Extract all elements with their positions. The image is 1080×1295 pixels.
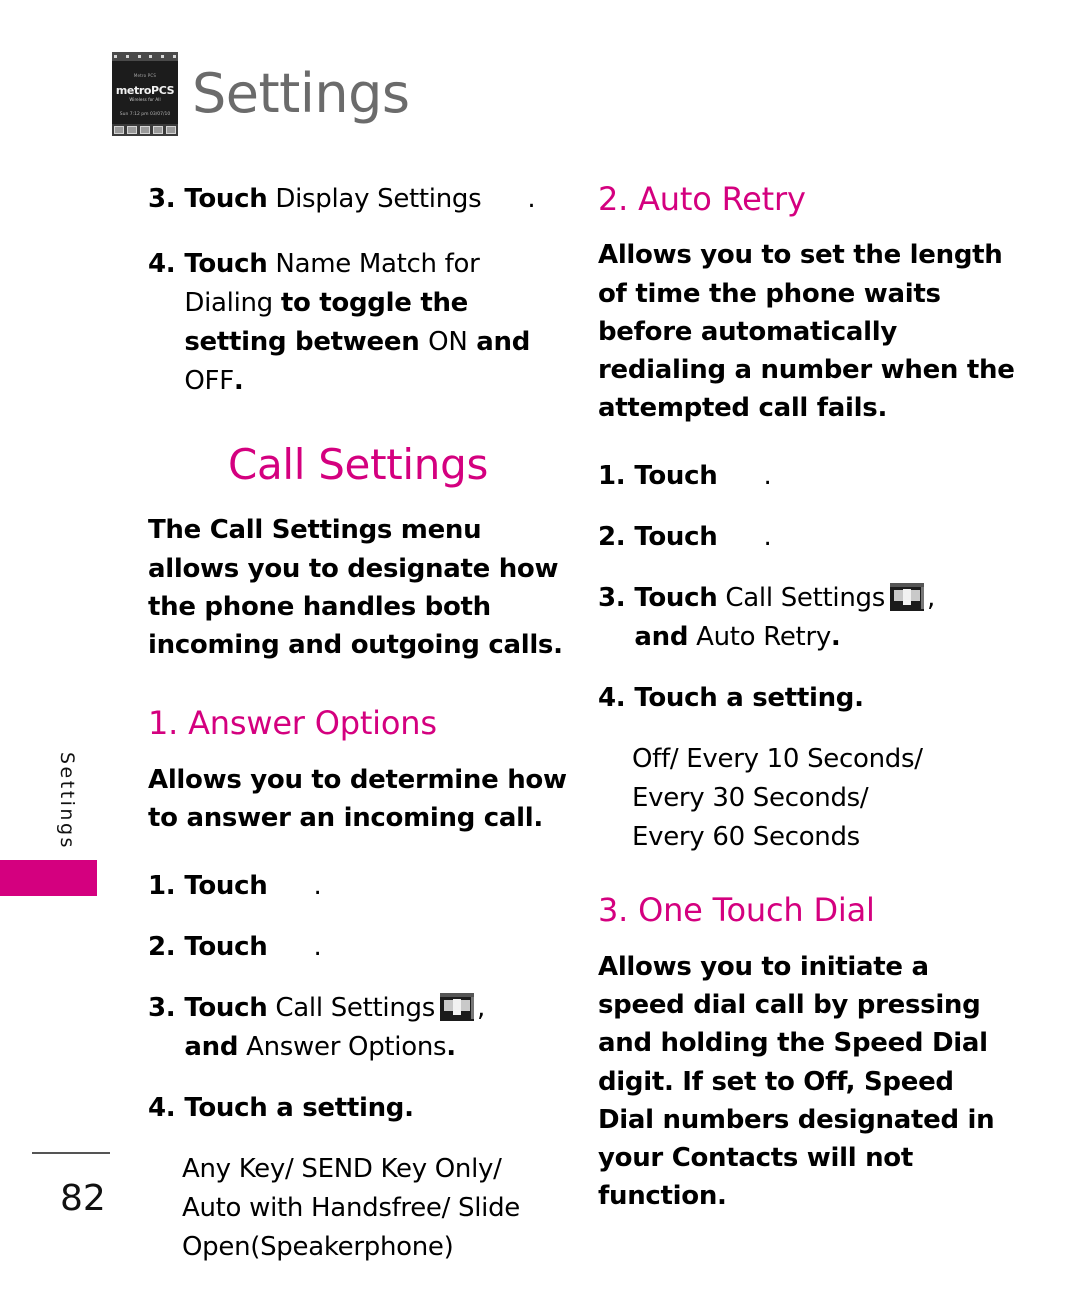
step-text: Touch Call Settings, and Answer Options.: [184, 989, 485, 1067]
step-comma: ,: [476, 993, 485, 1023]
step-plain-tail-2: OFF: [184, 366, 234, 396]
option-line: Open(Speakerphone): [182, 1232, 454, 1262]
step-item: 4. Touch a setting.: [148, 1089, 568, 1128]
step-bold-lead: Touch a setting.: [634, 683, 864, 714]
step-second-line-trailing: .: [446, 1032, 456, 1062]
step-number: 3.: [148, 184, 176, 214]
section-intro-text: The Call Settings menu allows you to des…: [148, 515, 563, 660]
step-number: 4.: [148, 1093, 176, 1123]
left-column: 3. Touch Display Settings. 4. Touch Name…: [148, 180, 568, 1267]
option-line: Off/ Every 10 Seconds/: [632, 744, 923, 775]
step-number: 2.: [598, 522, 626, 553]
step-text: Touch.: [184, 867, 321, 906]
step-trailing: .: [527, 184, 536, 214]
step-item: 2. Touch.: [598, 518, 1018, 557]
step-number: 4.: [598, 683, 626, 714]
thumbnail-clock-line: Sun 7:12 pm 03/07/10: [119, 112, 171, 117]
step-text: Touch Call Settings, and Auto Retry.: [634, 579, 935, 657]
phone-home-screen-thumbnail-icon: Metro PCS metroPCS Wireless for All Sun …: [112, 52, 178, 136]
side-tab-label: Settings: [56, 752, 78, 850]
thumbnail-carrier-note: Metro PCS: [133, 73, 157, 78]
option-line: Every 30 Seconds/: [632, 783, 869, 814]
subsection-description: Allows you to set the length of time the…: [598, 240, 1015, 424]
subsection-description: Allows you to determine how to answer an…: [148, 764, 567, 833]
step-text: Touch Display Settings.: [184, 180, 535, 219]
option-list: Off/ Every 10 Seconds/ Every 30 Seconds/…: [598, 740, 1018, 857]
option-line: Auto with Handsfree/ Slide: [182, 1193, 521, 1223]
subsection-title-auto-retry: 2. Auto Retry: [598, 180, 806, 218]
step-bold-lead: Touch: [634, 583, 718, 614]
section-title-call-settings: Call Settings: [227, 440, 489, 489]
page-header: Metro PCS metroPCS Wireless for All Sun …: [112, 52, 410, 136]
step-trailing: .: [763, 522, 772, 553]
step-item: 3. Touch Display Settings.: [148, 180, 568, 219]
step-text: Touch.: [184, 928, 321, 967]
step-bold-lead: Touch: [634, 522, 718, 553]
thumbnail-dock-bar: [112, 124, 178, 136]
step-item: 1. Touch.: [148, 867, 568, 906]
step-text: Touch a setting.: [634, 679, 864, 718]
step-second-line-trailing: .: [830, 622, 841, 653]
step-trailing: .: [233, 366, 244, 396]
subsection-title-one-touch-dial: 3. One Touch Dial: [598, 891, 875, 930]
subsection-description: Allows you to initiate a speed dial call…: [598, 951, 995, 1212]
step-item: 1. Touch.: [598, 457, 1018, 496]
step-item: 4. Touch a setting.: [598, 679, 1018, 718]
subsection-title-answer-options: 1. Answer Options: [148, 704, 437, 743]
phone-screen-icon: [889, 583, 924, 612]
step-bold-lead: Touch a setting.: [184, 1093, 414, 1123]
option-list: Any Key/ SEND Key Only/ Auto with Handsf…: [148, 1150, 568, 1267]
footer-divider: [32, 1152, 110, 1154]
step-second-line-bold: and: [184, 1032, 239, 1062]
phone-screen-icon: [439, 993, 474, 1021]
step-second-line-bold: and: [634, 622, 689, 653]
step-body: Call Settings: [717, 583, 885, 614]
step-body: Call Settings: [267, 993, 435, 1023]
option-line: Every 60 Seconds: [632, 822, 860, 853]
step-item: 4. Touch Name Match for Dialing to toggl…: [148, 245, 568, 401]
thumbnail-brand: metroPCS: [115, 84, 175, 97]
step-number: 1.: [148, 871, 176, 901]
step-bold-lead: Touch: [184, 932, 268, 962]
step-second-line-text: Auto Retry: [688, 622, 831, 653]
step-number: 3.: [148, 993, 176, 1023]
step-trailing: .: [763, 461, 772, 492]
step-item: 2. Touch.: [148, 928, 568, 967]
step-number: 1.: [598, 461, 626, 492]
option-line: Any Key/ SEND Key Only/: [182, 1154, 502, 1184]
page-title: Settings: [192, 62, 410, 125]
right-column: 2. Auto Retry Allows you to set the leng…: [598, 180, 1018, 1215]
page-number: 82: [60, 1178, 106, 1219]
step-number: 3.: [598, 583, 626, 614]
step-text: Touch.: [634, 518, 771, 557]
step-text: Touch a setting.: [184, 1089, 414, 1128]
thumbnail-status-bar: [112, 52, 178, 61]
step-second-line-text: Answer Options: [238, 1032, 447, 1062]
step-plain-tail: ON: [428, 327, 468, 357]
step-bold-lead: Touch: [184, 993, 268, 1023]
step-bold-lead: Touch: [184, 249, 268, 279]
step-trailing: .: [313, 871, 322, 901]
step-comma: ,: [926, 583, 935, 614]
step-text: Touch.: [634, 457, 771, 496]
step-trailing: .: [313, 932, 322, 962]
step-bold-lead: Touch: [184, 871, 268, 901]
step-body: Display Settings: [267, 184, 482, 214]
step-bold-lead: Touch: [634, 461, 718, 492]
side-tab-marker: [0, 860, 97, 896]
thumbnail-brand-subtitle: Wireless for All: [129, 97, 161, 102]
step-number: 4.: [148, 249, 176, 279]
step-text: Touch Name Match for Dialing to toggle t…: [184, 245, 568, 401]
step-bold-tail-2: and: [467, 327, 531, 357]
step-number: 2.: [148, 932, 176, 962]
step-item: 3. Touch Call Settings, and Auto Retry.: [598, 579, 1018, 657]
step-item: 3. Touch Call Settings, and Answer Option…: [148, 989, 568, 1067]
step-bold-lead: Touch: [184, 184, 268, 214]
